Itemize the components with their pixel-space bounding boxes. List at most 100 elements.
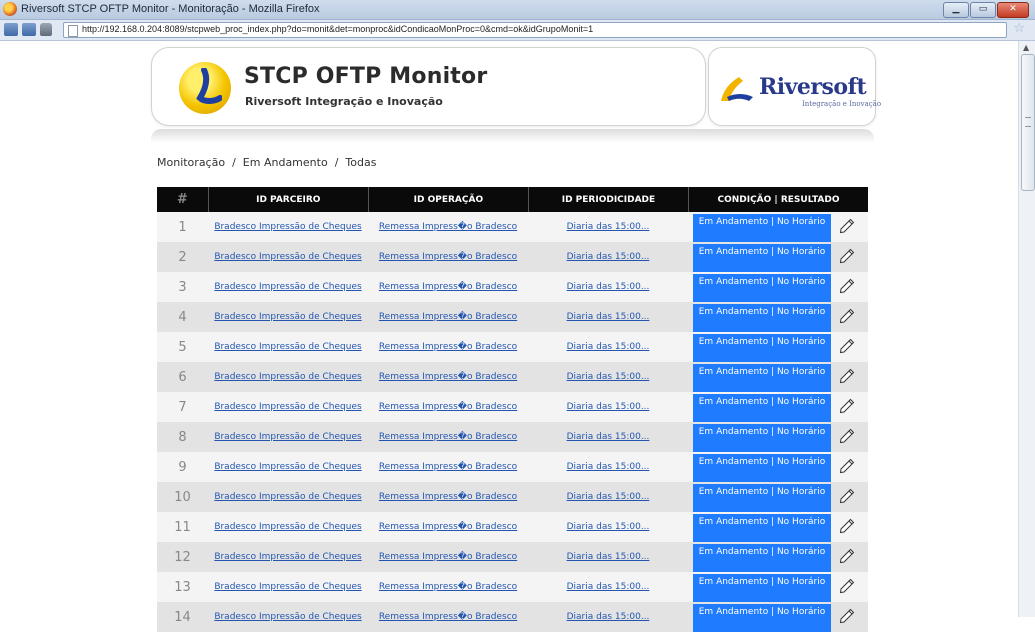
- scroll-up-arrow-icon[interactable]: ▲: [1023, 43, 1029, 52]
- pencil-icon[interactable]: [839, 308, 855, 324]
- pencil-icon[interactable]: [839, 518, 855, 534]
- bookmarks-icon[interactable]: [22, 23, 36, 36]
- parceiro-link[interactable]: Bradesco Impressão de Cheques: [214, 252, 361, 262]
- operacao-link[interactable]: Remessa Impress�o Bradesco: [379, 372, 517, 382]
- parceiro-link[interactable]: Bradesco Impressão de Cheques: [214, 522, 361, 532]
- operacao-link[interactable]: Remessa Impress�o Bradesco: [379, 282, 517, 292]
- lock-icon[interactable]: [40, 23, 52, 36]
- parceiro-link[interactable]: Bradesco Impressão de Cheques: [214, 372, 361, 382]
- table-row: 13 Bradesco Impressão de Cheques Remessa I…: [157, 572, 868, 602]
- pencil-icon[interactable]: [839, 278, 855, 294]
- row-number: 5: [178, 339, 187, 355]
- periodicidade-link[interactable]: Diaria das 15:00...: [567, 612, 650, 622]
- monitor-table: # ID PARCEIRO ID OPERAÇÃO ID PERIODICIDA…: [157, 187, 868, 632]
- riversoft-logo-icon: [721, 77, 753, 101]
- pencil-icon[interactable]: [839, 338, 855, 354]
- pencil-icon[interactable]: [839, 398, 855, 414]
- parceiro-link[interactable]: Bradesco Impressão de Cheques: [214, 342, 361, 352]
- periodicidade-link[interactable]: Diaria das 15:00...: [567, 552, 650, 562]
- operacao-link[interactable]: Remessa Impress�o Bradesco: [379, 402, 517, 412]
- operacao-link[interactable]: Remessa Impress�o Bradesco: [379, 222, 517, 232]
- periodicidade-link[interactable]: Diaria das 15:00...: [567, 582, 650, 592]
- parceiro-link[interactable]: Bradesco Impressão de Cheques: [214, 552, 361, 562]
- parceiro-link[interactable]: Bradesco Impressão de Cheques: [214, 402, 361, 412]
- pencil-icon[interactable]: [839, 458, 855, 474]
- pencil-icon[interactable]: [839, 218, 855, 234]
- close-button[interactable]: ✕: [997, 2, 1029, 18]
- operacao-link[interactable]: Remessa Impress�o Bradesco: [379, 492, 517, 502]
- vertical-scrollbar[interactable]: ▲: [1018, 41, 1035, 617]
- operacao-link[interactable]: Remessa Impress�o Bradesco: [379, 582, 517, 592]
- periodicidade-link[interactable]: Diaria das 15:00...: [567, 222, 650, 232]
- periodicidade-link[interactable]: Diaria das 15:00...: [567, 402, 650, 412]
- breadcrumb-item-todas[interactable]: Todas: [345, 156, 376, 169]
- app-banner: STCP OFTP Monitor Riversoft Integração e…: [151, 47, 706, 126]
- brand-banner: Riversoft Integração e Inovação: [708, 47, 881, 126]
- pencil-icon[interactable]: [839, 578, 855, 594]
- pencil-icon[interactable]: [839, 368, 855, 384]
- table-row: 12 Bradesco Impressão de Cheques Remessa I…: [157, 542, 868, 572]
- pencil-icon[interactable]: [839, 248, 855, 264]
- periodicidade-link[interactable]: Diaria das 15:00...: [567, 522, 650, 532]
- address-bar[interactable]: http://192.168.0.204:8089/stcpweb_proc_i…: [63, 22, 1007, 38]
- parceiro-link[interactable]: Bradesco Impressão de Cheques: [214, 582, 361, 592]
- parceiro-link[interactable]: Bradesco Impressão de Cheques: [214, 462, 361, 472]
- operacao-link[interactable]: Remessa Impress�o Bradesco: [379, 552, 517, 562]
- operacao-link[interactable]: Remessa Impress�o Bradesco: [379, 342, 517, 352]
- operacao-link[interactable]: Remessa Impress�o Bradesco: [379, 252, 517, 262]
- periodicidade-link[interactable]: Diaria das 15:00...: [567, 492, 650, 502]
- row-number: 4: [178, 309, 187, 325]
- pencil-icon[interactable]: [839, 548, 855, 564]
- back-icon[interactable]: [4, 23, 18, 36]
- table-row: 2 Bradesco Impressão de Cheques Remessa Im…: [157, 242, 868, 272]
- scrollbar-grip: [1025, 117, 1031, 127]
- status-badge: Em Andamento | No Horário: [693, 424, 831, 452]
- parceiro-link[interactable]: Bradesco Impressão de Cheques: [214, 612, 361, 622]
- bookmark-star-icon[interactable]: ☆: [1013, 21, 1025, 36]
- navigation-toolbar: http://192.168.0.204:8089/stcpweb_proc_i…: [0, 20, 1035, 41]
- parceiro-link[interactable]: Bradesco Impressão de Cheques: [214, 312, 361, 322]
- parceiro-link[interactable]: Bradesco Impressão de Cheques: [214, 282, 361, 292]
- pencil-icon[interactable]: [839, 428, 855, 444]
- breadcrumb-separator: /: [334, 156, 339, 169]
- minimize-button[interactable]: ▁: [943, 2, 969, 18]
- maximize-button[interactable]: ▭: [970, 2, 996, 18]
- operacao-link[interactable]: Remessa Impress�o Bradesco: [379, 612, 517, 622]
- status-badge: Em Andamento | No Horário: [693, 244, 831, 272]
- table-row: 14 Bradesco Impressão de Cheques Remessa I…: [157, 602, 868, 632]
- parceiro-link[interactable]: Bradesco Impressão de Cheques: [214, 492, 361, 502]
- scrollbar-thumb[interactable]: [1021, 54, 1035, 191]
- status-badge: Em Andamento | No Horário: [693, 334, 831, 362]
- url-text[interactable]: http://192.168.0.204:8089/stcpweb_proc_i…: [82, 24, 593, 34]
- operacao-link[interactable]: Remessa Impress�o Bradesco: [379, 462, 517, 472]
- operacao-link[interactable]: Remessa Impress�o Bradesco: [379, 312, 517, 322]
- periodicidade-link[interactable]: Diaria das 15:00...: [567, 372, 650, 382]
- status-badge: Em Andamento | No Horário: [693, 394, 831, 422]
- periodicidade-link[interactable]: Diaria das 15:00...: [567, 432, 650, 442]
- pencil-icon[interactable]: [839, 488, 855, 504]
- brand-name: Riversoft: [759, 74, 867, 100]
- periodicidade-link[interactable]: Diaria das 15:00...: [567, 312, 650, 322]
- column-header-condicao: CONDIÇÃO | RESULTADO: [717, 194, 840, 205]
- periodicidade-link[interactable]: Diaria das 15:00...: [567, 342, 650, 352]
- column-header-number: #: [157, 187, 209, 212]
- page-icon: [68, 25, 78, 37]
- breadcrumb-item-em-andamento[interactable]: Em Andamento: [243, 156, 328, 169]
- periodicidade-link[interactable]: Diaria das 15:00...: [567, 462, 650, 472]
- parceiro-link[interactable]: Bradesco Impressão de Cheques: [214, 432, 361, 442]
- operacao-link[interactable]: Remessa Impress�o Bradesco: [379, 522, 517, 532]
- window-controls: ▁ ▭ ✕: [943, 2, 1029, 18]
- status-badge: Em Andamento | No Horário: [693, 604, 831, 632]
- periodicidade-link[interactable]: Diaria das 15:00...: [567, 282, 650, 292]
- pencil-icon[interactable]: [839, 608, 855, 624]
- row-number: 13: [174, 579, 191, 595]
- parceiro-link[interactable]: Bradesco Impressão de Cheques: [214, 222, 361, 232]
- row-number: 8: [178, 429, 187, 445]
- operacao-link[interactable]: Remessa Impress�o Bradesco: [379, 432, 517, 442]
- breadcrumb-item-monitoracao[interactable]: Monitoração: [157, 156, 225, 169]
- window-titlebar: Riversoft STCP OFTP Monitor - Monitoraçã…: [0, 0, 1035, 20]
- row-number: 2: [178, 249, 187, 265]
- column-header-periodicidade: ID PERIODICIDADE: [529, 187, 689, 212]
- table-row: 4 Bradesco Impressão de Cheques Remessa Im…: [157, 302, 868, 332]
- periodicidade-link[interactable]: Diaria das 15:00...: [567, 252, 650, 262]
